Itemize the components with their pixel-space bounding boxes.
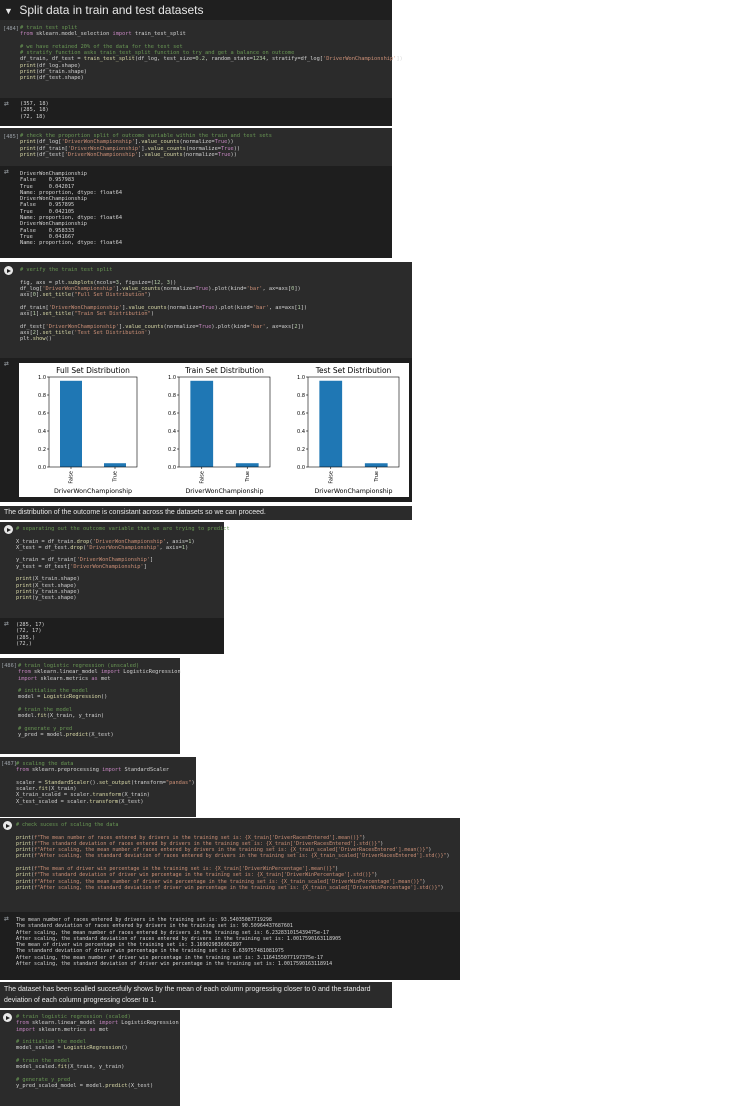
bar-charts: Full Set Distribution False True 0.0 0.2 0.4 0… xyxy=(38,366,400,495)
output-split: ⇄ (285, 17) (72, 17) (285,) (72,) xyxy=(0,618,224,654)
output-text: (357, 18) (285, 18) (72, 18) xyxy=(20,101,49,120)
execution-count: [484] xyxy=(3,26,19,32)
execution-count: [485] xyxy=(3,134,19,140)
bar-true xyxy=(235,463,259,467)
x-tick-label: True xyxy=(113,471,119,483)
y-tick-label: 0.2 xyxy=(168,447,176,453)
y-tick-label: 0.0 xyxy=(38,465,46,471)
chart-figure: Full Set Distribution False True 0.0 0.2 0.4 0… xyxy=(19,363,409,497)
section-title: Split data in train and test datasets xyxy=(19,3,204,17)
output-484: ⇄ (357, 18) (285, 18) (72, 18) xyxy=(0,98,392,126)
markdown-text: The distribution of the outcome is consi… xyxy=(4,509,266,516)
code-editor[interactable]: # train logistic regression (scaled) fro… xyxy=(16,1014,179,1090)
run-button[interactable] xyxy=(3,1013,12,1022)
code-editor[interactable]: # train test split from sklearn.model_se… xyxy=(20,25,403,82)
code-cell-check-scaling[interactable]: # check sucess of scaling the data print… xyxy=(0,818,460,912)
markdown-scaling-note: The dataset has been scalled succesfully… xyxy=(0,982,392,1008)
y-tick-label: 0.2 xyxy=(297,447,305,453)
chart-title: Full Set Distribution xyxy=(56,366,130,375)
code-cell-487[interactable]: [487] # scaling the data from sklearn.pr… xyxy=(0,757,196,817)
output-icon[interactable]: ⇄ xyxy=(4,167,9,176)
code-editor[interactable]: # train logistic regression (unscaled) f… xyxy=(18,663,181,739)
execution-count: [487] xyxy=(1,761,17,767)
x-axis-label: DriverWonChampionship xyxy=(54,488,132,495)
bar-false xyxy=(60,380,82,467)
section-header[interactable]: ▼ Split data in train and test datasets xyxy=(0,0,392,20)
code-cell-verify[interactable]: # verify the train test split fig, axs =… xyxy=(0,262,412,358)
x-axis-label: DriverWonChampionship xyxy=(185,488,263,495)
output-verify: ⇄ Full Set Distribution False True 0.0 0.2 0.… xyxy=(0,358,412,502)
code-editor[interactable]: # check the proportion split of outcome … xyxy=(20,133,272,158)
x-tick-label: True xyxy=(245,471,251,483)
x-tick-label: False xyxy=(69,471,75,484)
y-tick-label: 0.4 xyxy=(38,429,46,435)
x-axis-label: DriverWonChampionship xyxy=(314,488,392,495)
output-check-scaling: ⇄ The mean number of races entered by dr… xyxy=(0,912,460,980)
code-cell-scaled-lr[interactable]: # train logistic regression (scaled) fro… xyxy=(0,1010,180,1106)
y-tick-label: 0.4 xyxy=(297,429,305,435)
bar-true xyxy=(104,463,126,467)
y-tick-label: 0.6 xyxy=(38,411,46,417)
code-cell-485[interactable]: [485] # check the proportion split of ou… xyxy=(0,128,392,166)
x-tick-label: False xyxy=(199,471,205,484)
markdown-text: The dataset has been scalled succesfully… xyxy=(4,986,371,1004)
chart-title: Train Set Distribution xyxy=(184,366,264,375)
chevron-down-icon[interactable]: ▼ xyxy=(4,1,16,21)
code-cell-split[interactable]: # separating out the outcome variable th… xyxy=(0,522,230,618)
chart-title: Test Set Distribution xyxy=(315,366,392,375)
execution-count: [486] xyxy=(1,663,17,669)
run-button[interactable] xyxy=(4,266,13,275)
y-tick-label: 0.0 xyxy=(297,465,305,471)
play-icon xyxy=(7,268,11,273)
bar-true xyxy=(364,463,388,467)
output-icon[interactable]: ⇄ xyxy=(4,359,9,368)
y-tick-label: 0.6 xyxy=(297,411,305,417)
code-editor[interactable]: # check sucess of scaling the data print… xyxy=(16,822,450,891)
output-text: (285, 17) (72, 17) (285,) (72,) xyxy=(16,622,45,647)
y-tick-label: 1.0 xyxy=(38,375,46,381)
bar-false xyxy=(319,380,343,467)
y-tick-label: 0.6 xyxy=(168,411,176,417)
output-485: ⇄ DriverWonChampionship False 0.957983 T… xyxy=(0,166,392,258)
play-icon xyxy=(7,527,11,532)
play-icon xyxy=(6,823,10,828)
play-icon xyxy=(6,1015,10,1020)
output-text: The mean number of races entered by driv… xyxy=(16,917,342,968)
output-icon[interactable]: ⇄ xyxy=(4,914,9,923)
bar-false xyxy=(190,380,214,467)
y-tick-label: 0.4 xyxy=(168,429,176,435)
output-text: DriverWonChampionship False 0.957983 Tru… xyxy=(20,171,123,247)
output-icon[interactable]: ⇄ xyxy=(4,99,9,108)
run-button[interactable] xyxy=(4,525,13,534)
code-cell-486[interactable]: [486] # train logistic regression (unsca… xyxy=(0,658,181,754)
markdown-distribution-note: The distribution of the outcome is consi… xyxy=(0,506,412,520)
y-tick-label: 1.0 xyxy=(168,375,176,381)
x-tick-label: False xyxy=(328,471,334,484)
y-tick-label: 0.8 xyxy=(297,393,305,399)
code-editor[interactable]: # verify the train test split fig, axs =… xyxy=(20,267,307,343)
y-tick-label: 0.0 xyxy=(168,465,176,471)
output-icon[interactable]: ⇄ xyxy=(4,619,9,628)
code-cell-484[interactable]: [484] # train test split from sklearn.mo… xyxy=(0,20,403,98)
y-tick-label: 1.0 xyxy=(297,375,305,381)
y-tick-label: 0.8 xyxy=(38,393,46,399)
run-button[interactable] xyxy=(3,821,12,830)
code-editor[interactable]: # separating out the outcome variable th… xyxy=(16,526,230,602)
x-tick-label: True xyxy=(374,471,380,483)
code-editor[interactable]: # scaling the data from sklearn.preproce… xyxy=(16,761,195,805)
y-tick-label: 0.8 xyxy=(168,393,176,399)
y-tick-label: 0.2 xyxy=(38,447,46,453)
